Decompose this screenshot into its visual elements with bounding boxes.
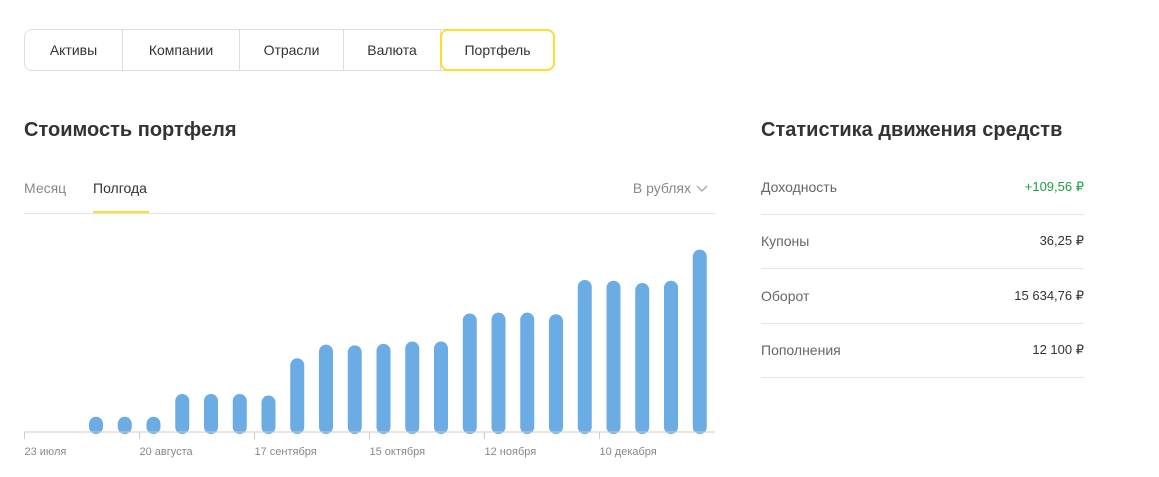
- chart-bar[interactable]: [204, 394, 218, 434]
- period-half-year[interactable]: Полгода: [93, 180, 147, 196]
- x-tick-label: 20 августа: [140, 446, 194, 458]
- chart-bar[interactable]: [491, 312, 506, 434]
- chart-bar[interactable]: [290, 358, 305, 434]
- stat-value: +109,56 ₽: [1024, 178, 1084, 194]
- chart-bar[interactable]: [635, 283, 650, 434]
- tab-portfolio[interactable]: Портфель: [440, 29, 555, 71]
- portfolio-value-chart: 23 июля 20 августа 17 сентября 15 октября 12…: [24, 249, 715, 458]
- tab-industries[interactable]: Отрасли: [240, 30, 344, 70]
- tab-companies[interactable]: Компании: [123, 30, 240, 70]
- chart-bar[interactable]: [261, 395, 276, 434]
- period-month[interactable]: Месяц: [24, 180, 66, 196]
- chart-bar[interactable]: [606, 280, 621, 434]
- chart-bar[interactable]: [405, 341, 420, 434]
- tab-currency[interactable]: Валюта: [344, 30, 441, 70]
- chart-bar[interactable]: [347, 345, 362, 434]
- x-tick-label: 15 октября: [370, 446, 426, 458]
- section-tabs: Активы Компании Отрасли Валюта Портфель: [24, 29, 555, 71]
- chart-bar[interactable]: [117, 416, 132, 434]
- chart-bar[interactable]: [376, 343, 391, 434]
- portfolio-title: Стоимость портфеля: [24, 119, 237, 141]
- currency-dropdown[interactable]: В рублях: [633, 180, 709, 196]
- chart-bar[interactable]: [319, 344, 333, 434]
- stats-title: Статистика движения средств: [761, 119, 1063, 141]
- x-tick-label: 23 июля: [25, 446, 67, 458]
- chart-bar[interactable]: [549, 314, 563, 434]
- tab-assets[interactable]: Активы: [25, 30, 123, 70]
- stat-label: Пополнения: [761, 342, 841, 359]
- chevron-down-icon: [696, 185, 708, 192]
- chart-bar[interactable]: [462, 313, 477, 434]
- chart-bar[interactable]: [89, 416, 103, 434]
- stat-value: 15 634,76 ₽: [1014, 287, 1084, 303]
- chart-bar[interactable]: [520, 312, 535, 434]
- stat-label: Купоны: [761, 233, 810, 250]
- stat-value: 36,25 ₽: [1039, 233, 1084, 249]
- chart-bar[interactable]: [175, 394, 190, 434]
- chart-bar[interactable]: [577, 280, 592, 434]
- chart-bar[interactable]: [232, 394, 247, 434]
- x-tick-label: 17 сентября: [255, 446, 317, 458]
- stat-value: 12 100 ₽: [1032, 342, 1084, 358]
- chart-bar[interactable]: [692, 249, 707, 434]
- currency-label: В рублях: [632, 180, 691, 196]
- stat-row-turnover: Оборот 15 634,76 ₽: [761, 269, 1084, 324]
- x-tick-label: 12 ноября: [485, 446, 537, 458]
- stat-label: Оборот: [761, 287, 810, 304]
- chart-bar[interactable]: [664, 280, 678, 434]
- chart-bar[interactable]: [146, 416, 161, 434]
- stat-label: Доходность: [761, 178, 837, 195]
- x-tick-label: 10 декабря: [600, 446, 657, 458]
- chart-bar[interactable]: [434, 341, 448, 434]
- active-period-indicator: [93, 211, 149, 213]
- period-tabs: Месяц Полгода В рублях: [24, 176, 715, 214]
- stat-row-deposits: Пополнения 12 100 ₽: [761, 324, 1084, 378]
- stats-table: Доходность +109,56 ₽ Купоны 36,25 ₽ Обор…: [761, 160, 1084, 378]
- stat-row-yield: Доходность +109,56 ₽: [761, 160, 1084, 215]
- stat-row-coupons: Купоны 36,25 ₽: [761, 215, 1084, 269]
